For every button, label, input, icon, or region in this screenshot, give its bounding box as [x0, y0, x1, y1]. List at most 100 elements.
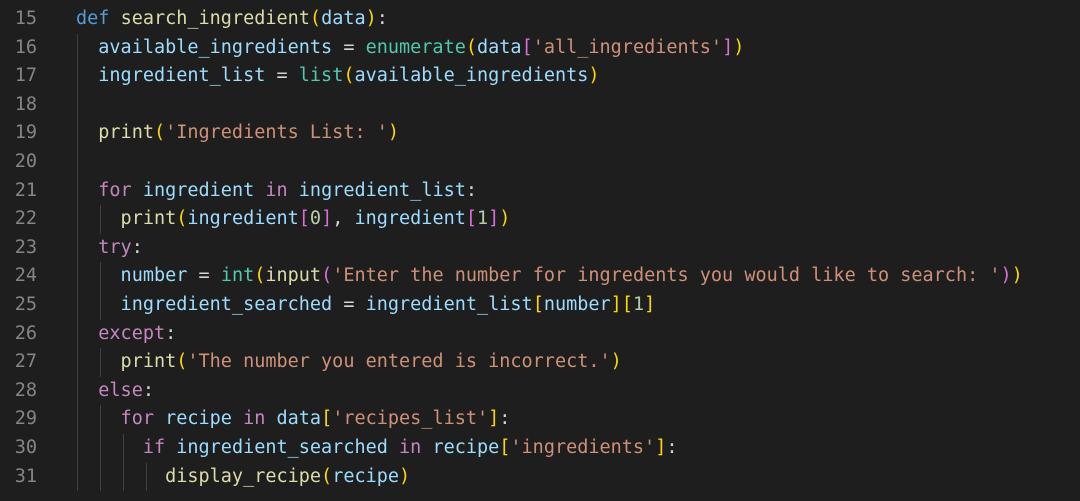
code-text[interactable]: number = int(input('Enter the number for… [76, 262, 1023, 291]
code-text[interactable]: except: [76, 320, 176, 349]
line-number: 16 [14, 36, 37, 58]
code-line[interactable]: 31 display_recipe(recipe) [0, 462, 1080, 492]
line-number: 22 [14, 208, 37, 230]
code-token: 'Enter the number for ingredents you wou… [332, 265, 1001, 287]
code-token: recipe [432, 436, 500, 458]
code-text[interactable]: for recipe in data['recipes_list']: [76, 405, 511, 434]
code-text[interactable]: for ingredient in ingredient_list: [76, 177, 477, 206]
code-token: : [499, 408, 511, 430]
code-token: ] [722, 36, 734, 58]
code-token: ( [321, 265, 333, 287]
code-token: ingredient_searched [76, 293, 333, 315]
code-text[interactable]: available_ingredients = enumerate(data['… [76, 34, 744, 63]
code-token: = [187, 265, 221, 287]
code-token: 1 [632, 293, 645, 315]
code-line[interactable]: 20 [0, 147, 1080, 177]
code-editor[interactable]: 15 def search_ingredient(data): 16 availab… [0, 5, 1080, 492]
code-token: display_recipe [76, 465, 322, 487]
code-line[interactable]: 15 def search_ingredient(data): [0, 5, 1080, 34]
code-token: ] [644, 293, 656, 315]
line-number: 26 [14, 322, 37, 344]
code-line[interactable]: 26 except: [0, 319, 1080, 349]
code-token: 'ingredients' [510, 436, 656, 458]
code-line[interactable]: 23 try: [0, 233, 1080, 263]
code-token: ] [488, 408, 500, 430]
code-text[interactable]: try: [76, 234, 143, 263]
code-text[interactable]: if ingredient_searched in recipe['ingred… [76, 434, 678, 463]
line-number: 24 [14, 265, 37, 287]
code-token: print [76, 122, 154, 144]
code-token: ) [1011, 265, 1023, 287]
code-text[interactable]: print('Ingredients List: ') [76, 119, 399, 148]
code-token: = [332, 293, 366, 315]
code-line[interactable]: 29 for recipe in data['recipes_list']: [0, 405, 1080, 434]
line-number: 25 [14, 293, 37, 315]
code-line[interactable]: 27 print('The number you entered is inco… [0, 348, 1080, 377]
code-token: enumerate [365, 36, 466, 58]
code-line[interactable]: 30 if ingredient_searched in recipe['ing… [0, 433, 1080, 463]
code-token: : [666, 436, 678, 458]
code-token: [ [621, 293, 633, 315]
code-text[interactable]: ingredient_list = list(available_ingredi… [76, 62, 600, 91]
line-number: 18 [14, 93, 37, 115]
code-token: if [76, 436, 166, 458]
code-token: 'The number you entered is incorrect.' [187, 351, 611, 373]
code-token: available_ingredients [354, 65, 589, 87]
code-line[interactable]: 18 [0, 90, 1080, 120]
code-line[interactable]: 24 number = int(input('Enter the number … [0, 262, 1080, 291]
code-token: in [265, 179, 288, 201]
code-text[interactable]: ingredient_searched = ingredient_list[nu… [76, 291, 656, 320]
code-token: ) [399, 465, 411, 487]
code-token: ingredient [354, 208, 466, 230]
code-token: recipe [165, 408, 232, 430]
code-line[interactable]: 19 print('Ingredients List: ') [0, 119, 1080, 148]
code-token: ( [254, 265, 266, 287]
code-token: ) [588, 65, 600, 87]
code-token: [ [521, 36, 533, 58]
line-number: 23 [14, 236, 37, 258]
code-line[interactable]: 16 available_ingredients = enumerate(dat… [0, 33, 1080, 63]
code-text[interactable]: print(ingredient[0], ingredient[1]) [76, 205, 511, 234]
code-text[interactable]: display_recipe(recipe) [76, 463, 410, 492]
code-token: ingredient_list [298, 179, 466, 201]
line-number: 15 [14, 8, 37, 29]
code-token: data [477, 36, 522, 58]
line-number: 30 [14, 436, 37, 458]
code-token: [ [499, 436, 511, 458]
code-line[interactable]: 28 else: [0, 376, 1080, 406]
code-token: available_ingredients [76, 36, 333, 58]
code-text[interactable]: print('The number you entered is incorre… [76, 348, 622, 377]
code-token: 'all_ingredients' [532, 36, 723, 58]
code-text[interactable]: def search_ingredient(data): [76, 5, 388, 34]
code-line[interactable]: 21 for ingredient in ingredient_list: [0, 176, 1080, 206]
code-token: ingredient_list [365, 293, 533, 315]
code-line[interactable]: 25 ingredient_searched = ingredient_list… [0, 290, 1080, 320]
code-token: ) [387, 122, 400, 144]
code-token: = [265, 65, 299, 87]
code-token: 'Ingredients List: ' [165, 122, 388, 144]
code-token: print [76, 208, 177, 230]
code-token: [ [465, 208, 478, 230]
code-text[interactable]: else: [76, 377, 154, 406]
code-token: : [165, 322, 177, 344]
code-token: : [376, 8, 388, 29]
code-token: 0 [309, 208, 322, 230]
line-number: 20 [14, 150, 37, 172]
code-token: = [332, 36, 366, 58]
code-line[interactable]: 22 print(ingredient[0], ingredient[1]) [0, 205, 1080, 234]
code-line[interactable]: 17 ingredient_list = list(available_ingr… [0, 62, 1080, 91]
code-token: recipe [332, 465, 400, 487]
code-token: in [243, 408, 266, 430]
code-token: ingredient [187, 208, 299, 230]
code-token: ] [610, 293, 622, 315]
code-token: ingredient [142, 179, 255, 201]
code-token: input [265, 265, 322, 287]
code-token: ( [176, 208, 188, 230]
line-number: 31 [14, 465, 37, 487]
indent-guide [77, 90, 78, 120]
code-token: ] [488, 208, 500, 230]
